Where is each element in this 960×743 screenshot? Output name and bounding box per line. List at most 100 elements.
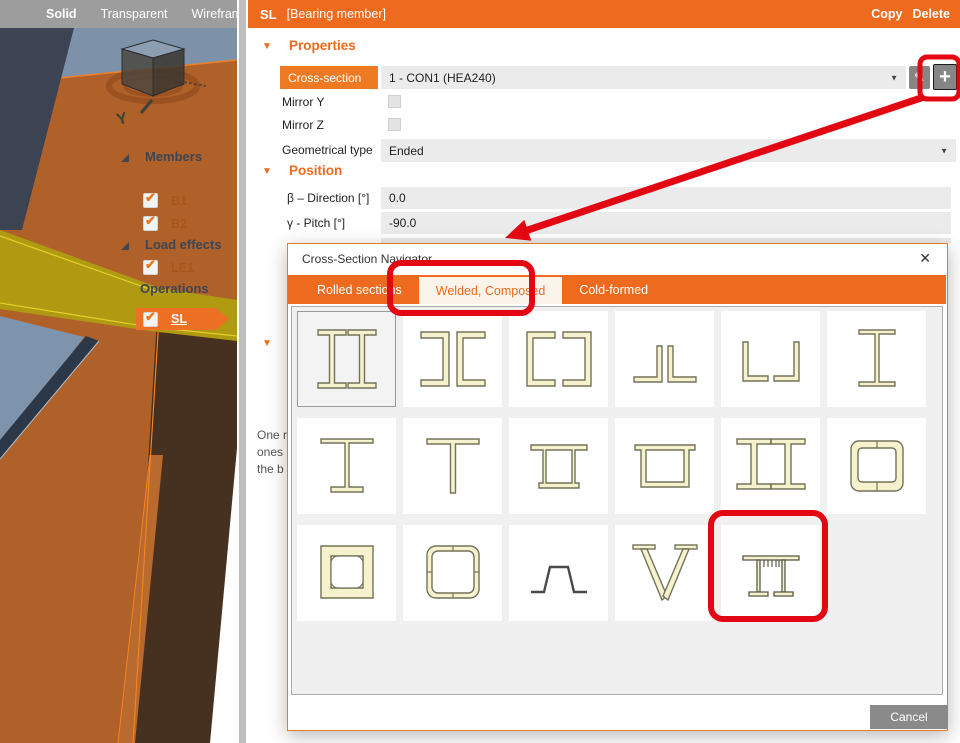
beta-direction-value: 0.0 [389, 191, 406, 205]
top-flange-box-icon [625, 423, 705, 509]
section-tile-double-web-plate-girder[interactable] [509, 418, 608, 514]
angles-toe-to-toe-icon [731, 316, 811, 402]
clipped-text-line: the b [257, 462, 284, 476]
gamma-pitch-value: -90.0 [389, 216, 416, 230]
collapse-icon-hidden-section[interactable]: ▼ [262, 338, 272, 349]
welded-I-asymmetric-icon [307, 423, 387, 509]
gamma-pitch-field[interactable]: -90.0 [381, 212, 951, 234]
chevron-down-icon: ▼ [940, 146, 948, 155]
close-icon[interactable]: ✕ [919, 250, 931, 267]
tree-item-b2-label: B2 [171, 217, 187, 231]
section-tile-angles-toe-to-toe[interactable] [721, 311, 820, 407]
hat-section-icon [519, 530, 599, 616]
double-web-plate-girder-icon [519, 423, 599, 509]
pencil-icon: ✎ [914, 70, 925, 86]
tree-item-le1[interactable]: ✔ LE1 [143, 260, 194, 275]
section-tile-box-from-plates[interactable] [403, 525, 502, 621]
tree-item-sl-label: SL [171, 312, 187, 326]
box-from-channels-icon [837, 423, 917, 509]
checkbox-b2[interactable]: ✔ [143, 216, 158, 231]
section-tile-V-section[interactable] [615, 525, 714, 621]
tree-header-load-effects[interactable]: Load effects [145, 237, 222, 252]
clipped-text-line: ones [257, 445, 283, 459]
mirror-z-checkbox[interactable] [388, 118, 401, 131]
beta-direction-label: β – Direction [°] [287, 191, 369, 205]
section-tile-welded-double-I[interactable] [297, 311, 396, 407]
section-tile-angles-back-to-back[interactable] [615, 311, 714, 407]
section-tile-channels-back-to-back[interactable] [403, 311, 502, 407]
tab-rolled-sections[interactable]: Rolled sections [300, 275, 419, 304]
panel-splitter[interactable] [237, 0, 248, 743]
geometrical-type-label: Geometrical type [282, 143, 373, 157]
tree-item-b1[interactable]: ✔ B1 [143, 193, 187, 208]
member-id: SL [260, 7, 277, 22]
box-from-plates-icon [413, 530, 493, 616]
section-tile-double-I-composed[interactable] [721, 418, 820, 514]
section-tile-hat-section[interactable] [509, 525, 608, 621]
mirror-y-checkbox[interactable] [388, 95, 401, 108]
section-title-properties: Properties [289, 38, 356, 53]
view-tab-transparent[interactable]: Transparent [101, 7, 168, 21]
section-tile-composed-general[interactable] [721, 525, 820, 621]
cancel-button[interactable]: Cancel [870, 705, 948, 729]
cross-section-label-text: Cross-section [288, 71, 361, 85]
app-window: Y Solid Transparent Wireframe Members ✔ … [0, 0, 960, 743]
section-tile-channels-face-to-face[interactable] [509, 311, 608, 407]
check-icon: ✔ [145, 213, 156, 229]
checkbox-sl[interactable]: ✔ [143, 312, 158, 327]
3d-scene: Y [0, 0, 237, 743]
tab-welded-composed[interactable]: Welded, Composed [419, 277, 563, 304]
welded-double-I-icon [307, 316, 387, 402]
member-header-bar: SL [Bearing member] Copy Delete [248, 0, 960, 28]
section-tile-top-flange-box[interactable] [615, 418, 714, 514]
channels-face-to-face-icon [519, 316, 599, 402]
welded-I-icon [837, 316, 917, 402]
composed-general-icon [731, 530, 811, 616]
view-tab-solid[interactable]: Solid [46, 7, 77, 21]
tree-item-b1-label: B1 [171, 194, 187, 208]
checkbox-b1[interactable]: ✔ [143, 193, 158, 208]
edit-cross-section-button[interactable]: ✎ [909, 66, 930, 89]
tree-header-members[interactable]: Members [145, 149, 202, 164]
tree-expander-members[interactable] [121, 154, 129, 162]
check-icon: ✔ [145, 190, 156, 206]
member-type: [Bearing member] [287, 7, 386, 21]
angles-back-to-back-icon [625, 316, 705, 402]
section-tile-welded-box[interactable] [297, 525, 396, 621]
tree-header-operations[interactable]: Operations [140, 281, 209, 296]
cross-section-combobox[interactable]: 1 - CON1 (HEA240) ▼ [381, 66, 906, 89]
section-title-position: Position [289, 163, 342, 178]
section-tile-welded-I-asymmetric[interactable] [297, 418, 396, 514]
tree-item-sl[interactable]: ✔ SL [136, 308, 229, 330]
geometrical-type-combobox[interactable]: Ended ▼ [381, 139, 956, 162]
cross-section-label: Cross-section [280, 66, 378, 89]
tree-item-b2[interactable]: ✔ B2 [143, 216, 187, 231]
chevron-down-icon: ▼ [890, 73, 898, 82]
tab-cold-formed[interactable]: Cold-formed [562, 275, 665, 304]
section-tile-welded-T[interactable] [403, 418, 502, 514]
section-tile-welded-I[interactable] [827, 311, 926, 407]
channels-back-to-back-icon [413, 316, 493, 402]
clipped-text-line: One r [257, 428, 287, 442]
copy-button[interactable]: Copy [871, 7, 902, 21]
3d-viewport[interactable]: Y Solid Transparent Wireframe Members ✔ … [0, 0, 237, 743]
mirror-y-label: Mirror Y [282, 95, 324, 109]
delete-button[interactable]: Delete [912, 7, 950, 21]
collapse-icon-position[interactable]: ▼ [262, 166, 272, 177]
tree-expander-load-effects[interactable] [121, 242, 129, 250]
plus-icon: + [939, 66, 951, 89]
mirror-z-label: Mirror Z [282, 118, 324, 132]
checkbox-le1[interactable]: ✔ [143, 260, 158, 275]
check-icon: ✔ [145, 257, 156, 273]
collapse-icon-properties[interactable]: ▼ [262, 41, 272, 52]
welded-box-icon [307, 530, 387, 616]
view-mode-toolbar: Solid Transparent Wireframe [0, 0, 237, 28]
check-icon: ✔ [145, 309, 156, 325]
beta-direction-field[interactable]: 0.0 [381, 187, 951, 209]
model-tree: Members ✔ SL ✔ B1 ✔ B2 Load effects ✔ LE… [0, 140, 237, 310]
section-tile-box-from-channels[interactable] [827, 418, 926, 514]
dialog-tab-bar: Rolled sections Welded, Composed Cold-fo… [288, 275, 946, 304]
dialog-title: Cross-Section Navigator [302, 252, 432, 266]
cross-section-navigator-dialog: Cross-Section Navigator ✕ Rolled section… [287, 243, 948, 731]
add-cross-section-button[interactable]: + [933, 64, 957, 90]
